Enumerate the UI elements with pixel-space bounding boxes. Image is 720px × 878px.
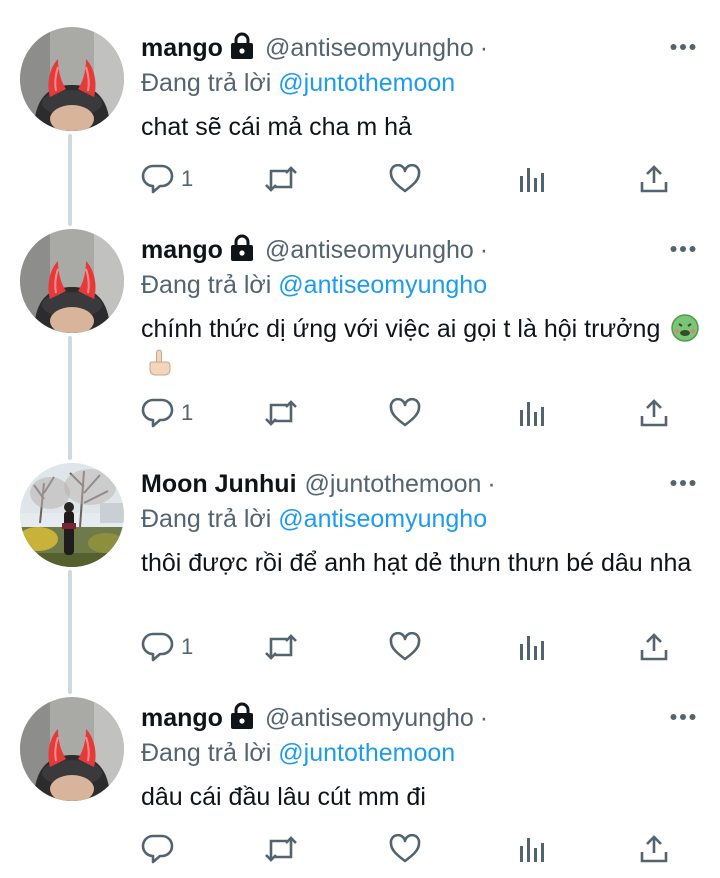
reply-icon <box>141 163 175 195</box>
like-icon <box>389 834 421 864</box>
tweet-text-body: chính thức dị ứng với việc ai gọi t là h… <box>141 315 661 343</box>
avatar[interactable] <box>20 229 124 333</box>
like-button[interactable] <box>389 630 421 664</box>
separator-dot: · <box>479 33 489 62</box>
avatar[interactable] <box>20 463 124 567</box>
display-name[interactable]: mango <box>141 704 223 733</box>
tweet-actions: 1 <box>141 396 681 430</box>
tweet-text: chính thức dị ứng với việc ai gọi t là h… <box>141 312 700 380</box>
tweet-header: Moon Junhui @juntothemoon · <box>141 468 700 500</box>
separator-dot: · <box>479 235 489 264</box>
share-button[interactable] <box>639 630 669 664</box>
replying-to: Đang trả lời @antiseomyungho <box>141 502 700 536</box>
like-icon <box>389 164 421 194</box>
retweet-icon <box>263 834 299 864</box>
mention-link[interactable]: @antiseomyungho <box>278 271 487 299</box>
analytics-icon <box>517 834 547 864</box>
display-name[interactable]: mango <box>141 34 223 63</box>
replying-to: Đang trả lời @juntothemoon <box>141 66 700 100</box>
tweet-header: mango @antiseomyungho · <box>141 234 700 266</box>
retweet-button[interactable] <box>263 630 299 664</box>
share-icon <box>639 632 669 662</box>
more-icon[interactable] <box>666 32 700 62</box>
tweet-text: chat sẽ cái mả cha m hả <box>141 113 412 141</box>
share-button[interactable] <box>639 162 669 196</box>
tweet-actions: 1 <box>141 630 681 664</box>
analytics-button[interactable] <box>517 396 547 430</box>
separator-dot: · <box>479 703 489 732</box>
reply-count: 1 <box>181 634 194 659</box>
nauseated-face-emoji <box>671 314 700 342</box>
analytics-icon <box>517 164 547 194</box>
tweet[interactable]: mango @antiseomyungho · Đang trả lời @an… <box>0 224 720 458</box>
display-name[interactable]: mango <box>141 236 223 265</box>
replying-label: Đang trả lời <box>141 69 279 97</box>
replying-to: Đang trả lời @juntothemoon <box>141 736 700 770</box>
reply-button[interactable]: 1 <box>141 630 193 664</box>
mention-link[interactable]: @juntothemoon <box>278 739 455 767</box>
tweet[interactable]: mango @antiseomyungho · Đang trả lời @ju… <box>0 0 720 224</box>
reply-button[interactable]: 1 <box>141 162 193 196</box>
avatar[interactable] <box>20 697 124 801</box>
reply-count: 1 <box>181 166 194 191</box>
tweet[interactable]: Moon Junhui @juntothemoon · Đang trả lời… <box>0 458 720 692</box>
replying-label: Đang trả lời <box>141 271 279 299</box>
analytics-button[interactable] <box>517 832 547 866</box>
share-icon <box>639 398 669 428</box>
reply-icon <box>141 833 175 865</box>
reply-button[interactable]: 1 <box>141 396 193 430</box>
mention-link[interactable]: @antiseomyungho <box>278 505 487 533</box>
more-icon[interactable] <box>666 702 700 732</box>
tweet-actions <box>141 832 681 866</box>
reply-count: 1 <box>181 400 194 425</box>
user-handle[interactable]: @antiseomyungho <box>265 34 474 63</box>
tweet-header: mango @antiseomyungho · <box>141 32 700 64</box>
avatar[interactable] <box>20 27 124 131</box>
share-icon <box>639 834 669 864</box>
user-handle[interactable]: @juntothemoon <box>305 470 482 499</box>
tweet-text: thôi được rồi để anh hạt dẻ thưn thưn bé… <box>141 549 692 577</box>
analytics-button[interactable] <box>517 630 547 664</box>
replying-label: Đang trả lời <box>141 505 279 533</box>
analytics-icon <box>517 398 547 428</box>
analytics-icon <box>517 632 547 662</box>
tweet-actions: 1 <box>141 162 681 196</box>
like-button[interactable] <box>389 832 421 866</box>
tweet-text: dâu cái đầu lâu cút mm đi <box>141 783 426 811</box>
user-handle[interactable]: @antiseomyungho <box>265 236 474 265</box>
mention-link[interactable]: @juntothemoon <box>278 69 455 97</box>
reply-icon <box>141 631 175 663</box>
like-button[interactable] <box>389 162 421 196</box>
replying-to: Đang trả lời @antiseomyungho <box>141 268 700 302</box>
like-button[interactable] <box>389 396 421 430</box>
tweet-header: mango @antiseomyungho · <box>141 702 700 734</box>
lock-icon <box>229 234 255 262</box>
display-name[interactable]: Moon Junhui <box>141 470 297 499</box>
retweet-button[interactable] <box>263 162 299 196</box>
retweet-button[interactable] <box>263 396 299 430</box>
retweet-icon <box>263 632 299 662</box>
like-icon <box>389 398 421 428</box>
share-button[interactable] <box>639 832 669 866</box>
replying-label: Đang trả lời <box>141 739 279 767</box>
middle-finger-emoji <box>145 348 173 376</box>
retweet-icon <box>263 398 299 428</box>
share-button[interactable] <box>639 396 669 430</box>
like-icon <box>389 632 421 662</box>
retweet-button[interactable] <box>263 832 299 866</box>
tweet[interactable]: mango @antiseomyungho · Đang trả lời @ju… <box>0 692 720 878</box>
user-handle[interactable]: @antiseomyungho <box>265 704 474 733</box>
separator-dot: · <box>487 469 496 498</box>
lock-icon <box>229 32 255 60</box>
more-icon[interactable] <box>666 234 700 264</box>
share-icon <box>639 164 669 194</box>
more-icon[interactable] <box>666 468 700 498</box>
retweet-icon <box>263 164 299 194</box>
lock-icon <box>229 702 255 730</box>
reply-icon <box>141 397 175 429</box>
analytics-button[interactable] <box>517 162 547 196</box>
reply-button[interactable] <box>141 832 175 866</box>
